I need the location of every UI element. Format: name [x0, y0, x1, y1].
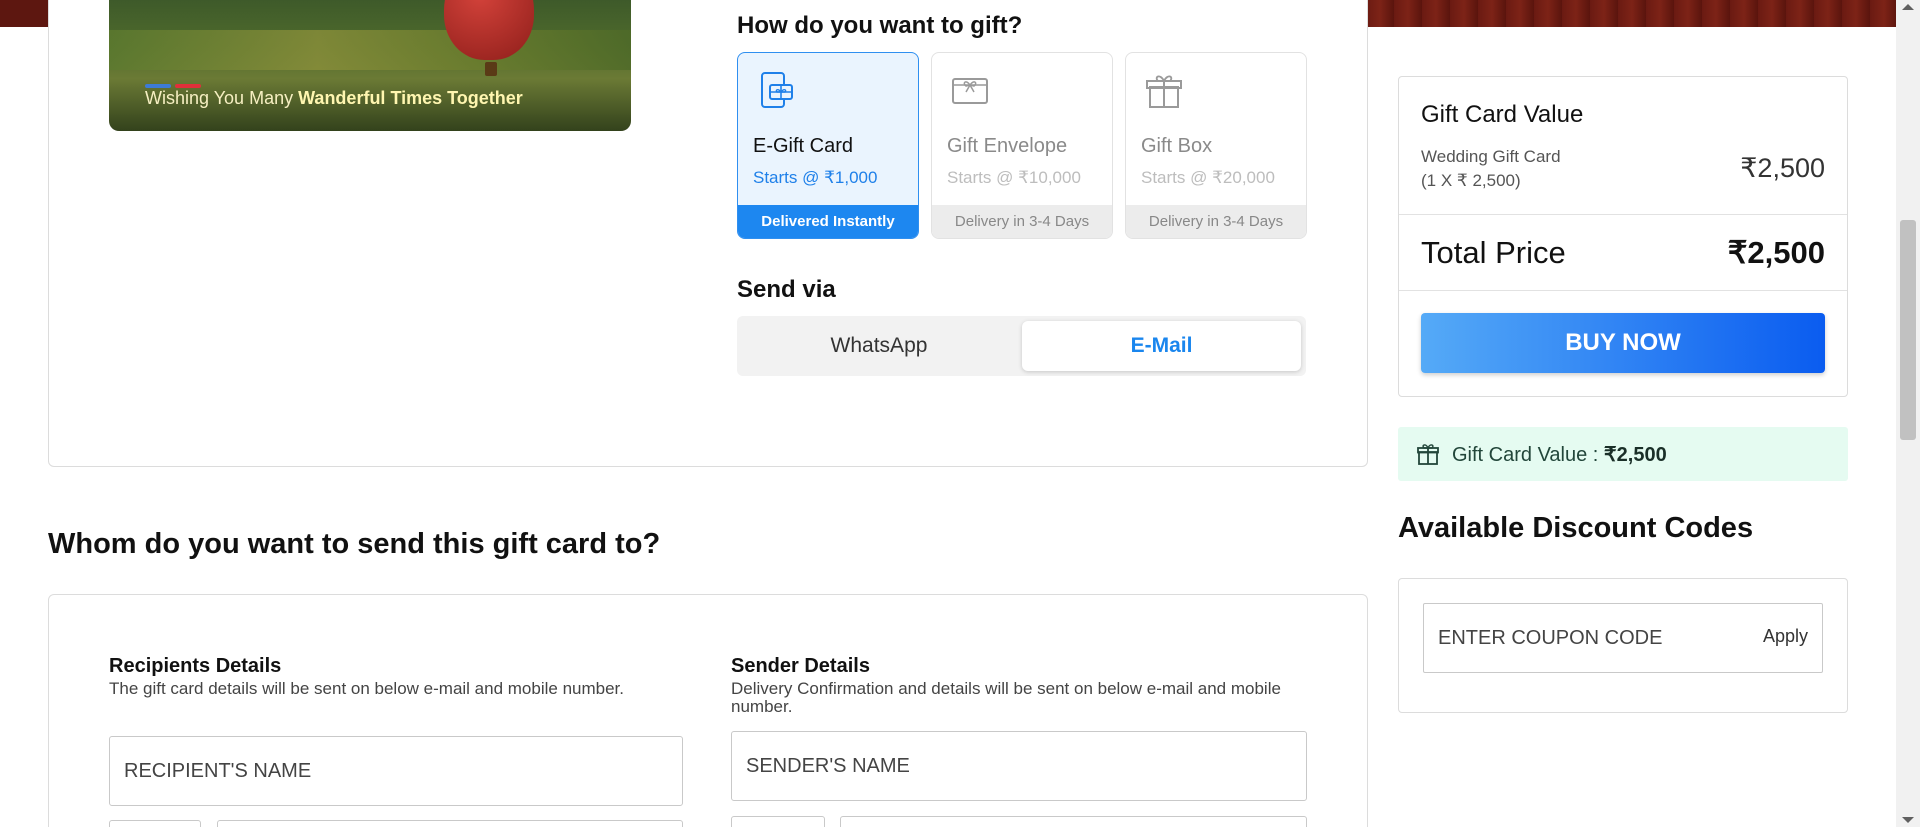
gift-option-title: Gift Box [1141, 135, 1213, 157]
envelope-gift-icon [952, 78, 988, 104]
sender-details-desc: Delivery Confirmation and details will b… [731, 679, 1281, 716]
gift-option-price: Starts @ ₹20,000 [1141, 168, 1275, 187]
gift-card-preview-image: Wishing You Many Wanderful Times Togethe… [109, 0, 631, 131]
mobile-gift-icon [761, 72, 793, 108]
gift-option-title: E-Gift Card [753, 135, 854, 157]
scrollbar-thumb[interactable] [1900, 220, 1916, 440]
line-item-name: Wedding Gift Card [1421, 147, 1561, 166]
send-via-heading: Send via [737, 276, 836, 303]
line-item-amount: ₹2,500 [1740, 153, 1825, 183]
recipient-section-heading: Whom do you want to send this gift card … [48, 528, 661, 560]
order-line-item: Wedding Gift Card (1 X ₹ 2,500) [1421, 145, 1561, 193]
send-via-whatsapp-button[interactable]: WhatsApp [737, 321, 1021, 371]
recipient-name-input[interactable] [109, 736, 683, 806]
gift-card-value-title: Gift Card Value [1421, 101, 1584, 128]
gift-option-gift-envelope[interactable]: Gift Envelope Starts @ ₹10,000 Delivery … [931, 52, 1113, 239]
sender-name-input[interactable] [731, 731, 1307, 801]
gift-option-delivery: Delivery in 3-4 Days [932, 205, 1112, 238]
gift-icon [1417, 444, 1439, 465]
top-banner-decoration [1366, 0, 1896, 27]
gift-option-delivery: Delivery in 3-4 Days [1126, 205, 1306, 238]
coupon-code-input[interactable]: ENTER COUPON CODE Apply [1423, 603, 1823, 673]
gift-option-egift-card[interactable]: E-Gift Card Starts @ ₹1,000 Delivered In… [737, 52, 919, 239]
top-banner-decoration-left [0, 0, 48, 27]
preview-caption: Wishing You Many Wanderful Times Togethe… [145, 88, 523, 108]
gift-box-icon [1146, 75, 1182, 108]
divider [1399, 214, 1847, 215]
discount-codes-heading: Available Discount Codes [1398, 512, 1754, 544]
total-price-amount: ₹2,500 [1727, 235, 1825, 270]
scroll-up-arrow-icon[interactable] [1902, 4, 1914, 10]
sender-country-code-select[interactable] [731, 816, 825, 827]
send-via-toggle: WhatsApp E-Mail [737, 316, 1306, 376]
apply-coupon-button[interactable]: Apply [1763, 626, 1808, 647]
coupon-card: ENTER COUPON CODE Apply [1398, 578, 1848, 713]
recipient-mobile-input[interactable] [217, 820, 683, 827]
send-via-email-button[interactable]: E-Mail [1022, 321, 1301, 371]
gift-card-value-banner: Gift Card Value : ₹2,500 [1398, 427, 1848, 481]
total-price-label: Total Price [1421, 235, 1566, 270]
sender-mobile-input[interactable] [840, 816, 1307, 827]
page-scrollbar[interactable] [1896, 0, 1920, 827]
gift-card-value-text: Gift Card Value : ₹2,500 [1452, 444, 1667, 466]
sender-details-title: Sender Details [731, 655, 870, 677]
coupon-placeholder: ENTER COUPON CODE [1438, 627, 1663, 649]
gift-option-price: Starts @ ₹1,000 [753, 168, 878, 187]
buy-now-button[interactable]: BUY NOW [1421, 313, 1825, 373]
scroll-down-arrow-icon[interactable] [1902, 817, 1914, 823]
gift-option-delivery: Delivered Instantly [738, 205, 918, 238]
recipient-details-title: Recipients Details [109, 655, 282, 677]
gift-option-gift-box[interactable]: Gift Box Starts @ ₹20,000 Delivery in 3-… [1125, 52, 1307, 239]
order-summary-card: Gift Card Value Wedding Gift Card (1 X ₹… [1398, 76, 1848, 397]
recipient-country-code-select[interactable] [109, 820, 201, 827]
divider [1399, 290, 1847, 291]
gift-option-title: Gift Envelope [947, 135, 1068, 157]
gift-method-heading: How do you want to gift? [737, 12, 1023, 39]
gift-option-price: Starts @ ₹10,000 [947, 168, 1081, 187]
line-item-quantity: (1 X ₹ 2,500) [1421, 171, 1521, 190]
recipient-details-desc: The gift card details will be sent on be… [109, 679, 624, 698]
